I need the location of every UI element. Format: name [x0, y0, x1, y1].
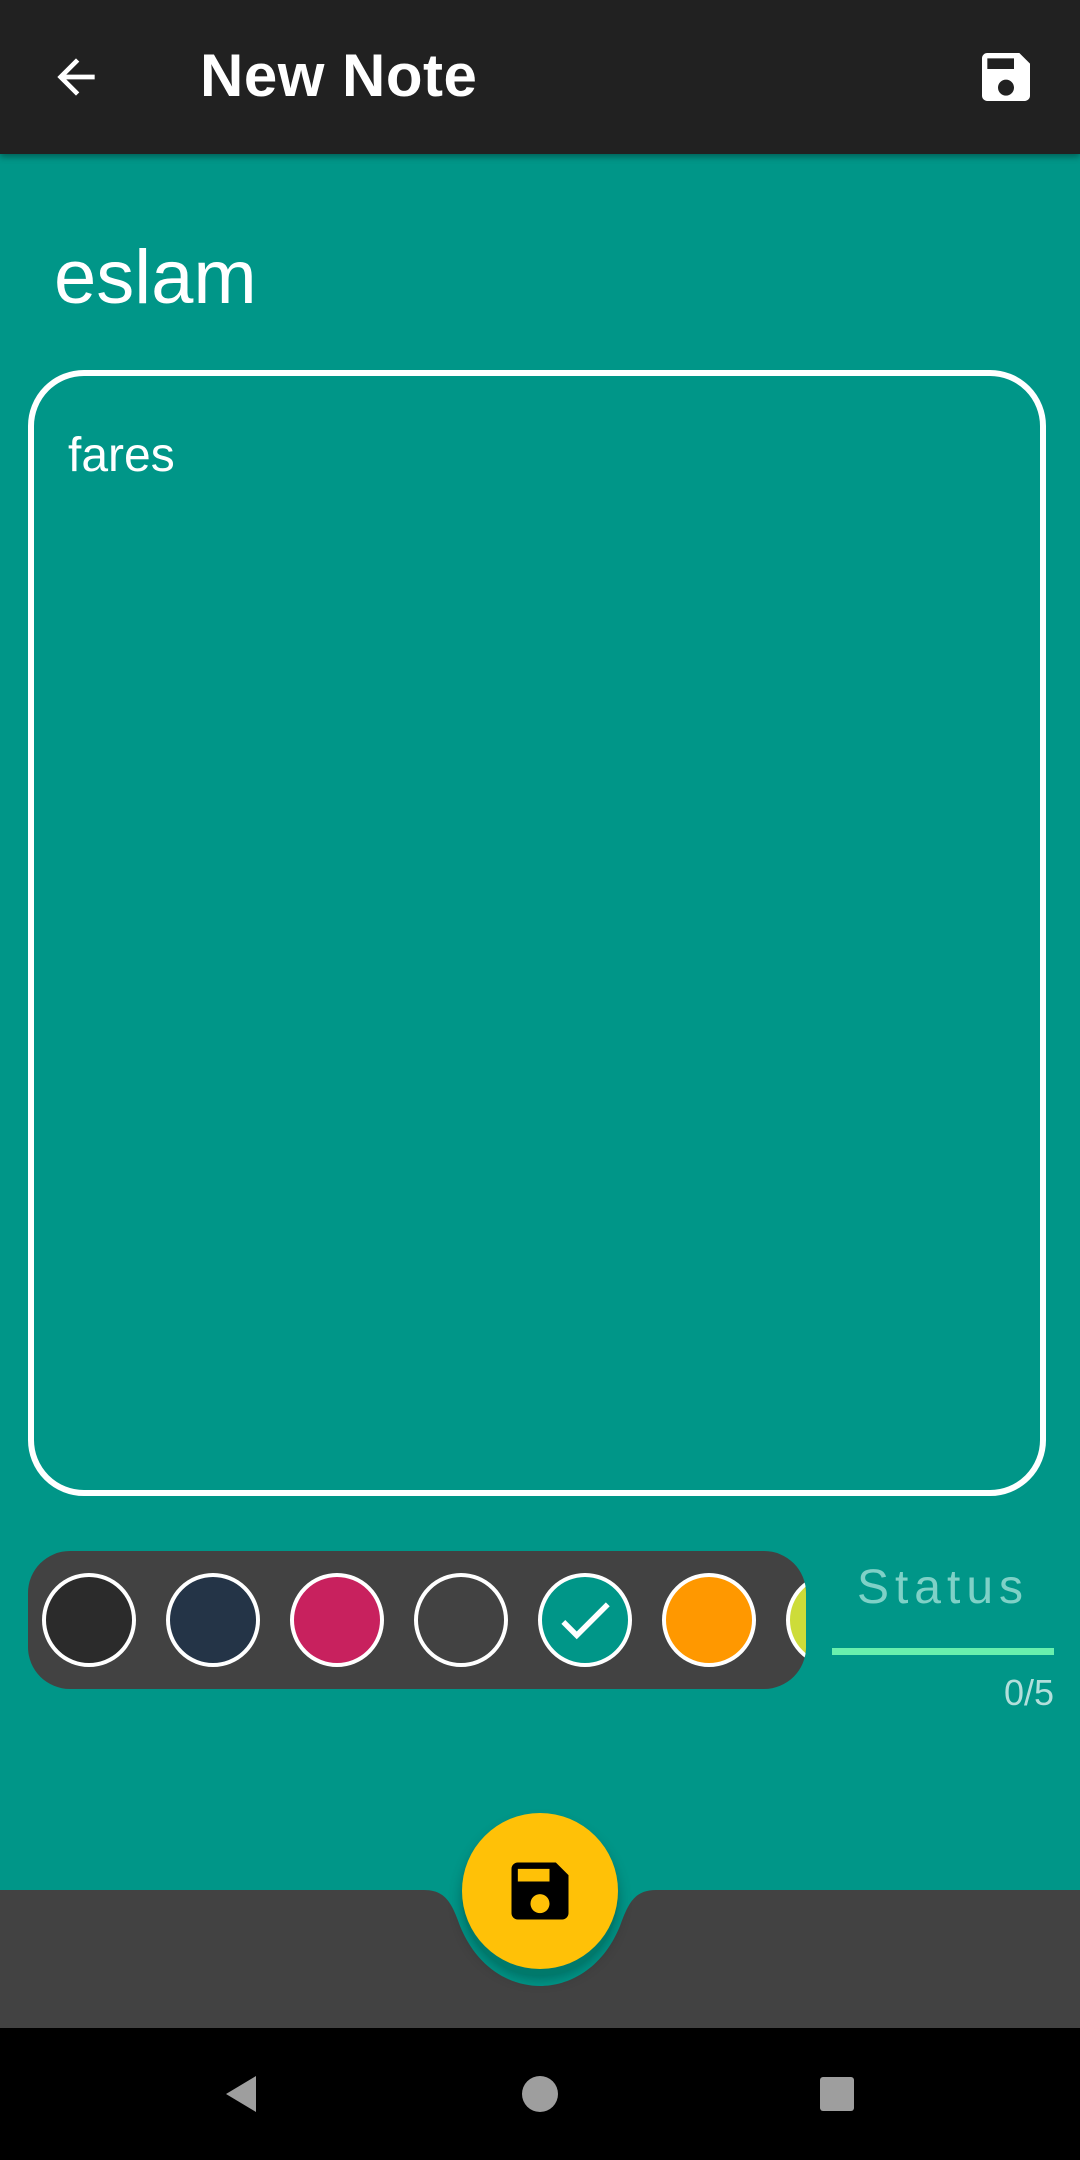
- color-swatch-black[interactable]: [42, 1573, 136, 1667]
- save-icon: [982, 53, 1030, 101]
- arrow-back-icon: [57, 58, 95, 96]
- color-swatch-orange[interactable]: [662, 1573, 756, 1667]
- note-body-text: fares: [68, 429, 175, 482]
- color-swatch-pink[interactable]: [290, 1573, 384, 1667]
- note-body-input[interactable]: fares: [28, 370, 1046, 1496]
- nav-recents-button[interactable]: [797, 2054, 877, 2134]
- status-field[interactable]: Status 0/5: [832, 1544, 1054, 1724]
- note-title-input[interactable]: eslam: [54, 228, 1014, 328]
- status-label: Status: [856, 1561, 1030, 1614]
- system-nav-bar: [0, 2028, 1080, 2160]
- color-swatch-teal[interactable]: [538, 1573, 632, 1667]
- status-counter: 0/5: [1003, 1672, 1054, 1713]
- nav-back-button[interactable]: [202, 2054, 282, 2134]
- nav-home-button[interactable]: [500, 2054, 580, 2134]
- color-swatch-navy[interactable]: [166, 1573, 260, 1667]
- color-picker: [28, 1551, 806, 1689]
- page-title: New Note: [200, 42, 478, 109]
- nav-home-icon: [522, 2076, 558, 2112]
- nav-recents-icon: [820, 2077, 854, 2111]
- check-icon: [561, 1602, 610, 1640]
- save-icon: [511, 1862, 569, 1920]
- color-swatch-dark-gray[interactable]: [414, 1573, 508, 1667]
- nav-back-icon: [226, 2076, 256, 2112]
- status-underline: [832, 1648, 1054, 1655]
- back-button[interactable]: [36, 33, 116, 121]
- color-swatch-yellow[interactable]: [786, 1573, 806, 1667]
- app-bar: New Note: [0, 0, 1080, 154]
- save-fab[interactable]: [462, 1813, 618, 1969]
- toolbar-save-button[interactable]: [962, 33, 1050, 121]
